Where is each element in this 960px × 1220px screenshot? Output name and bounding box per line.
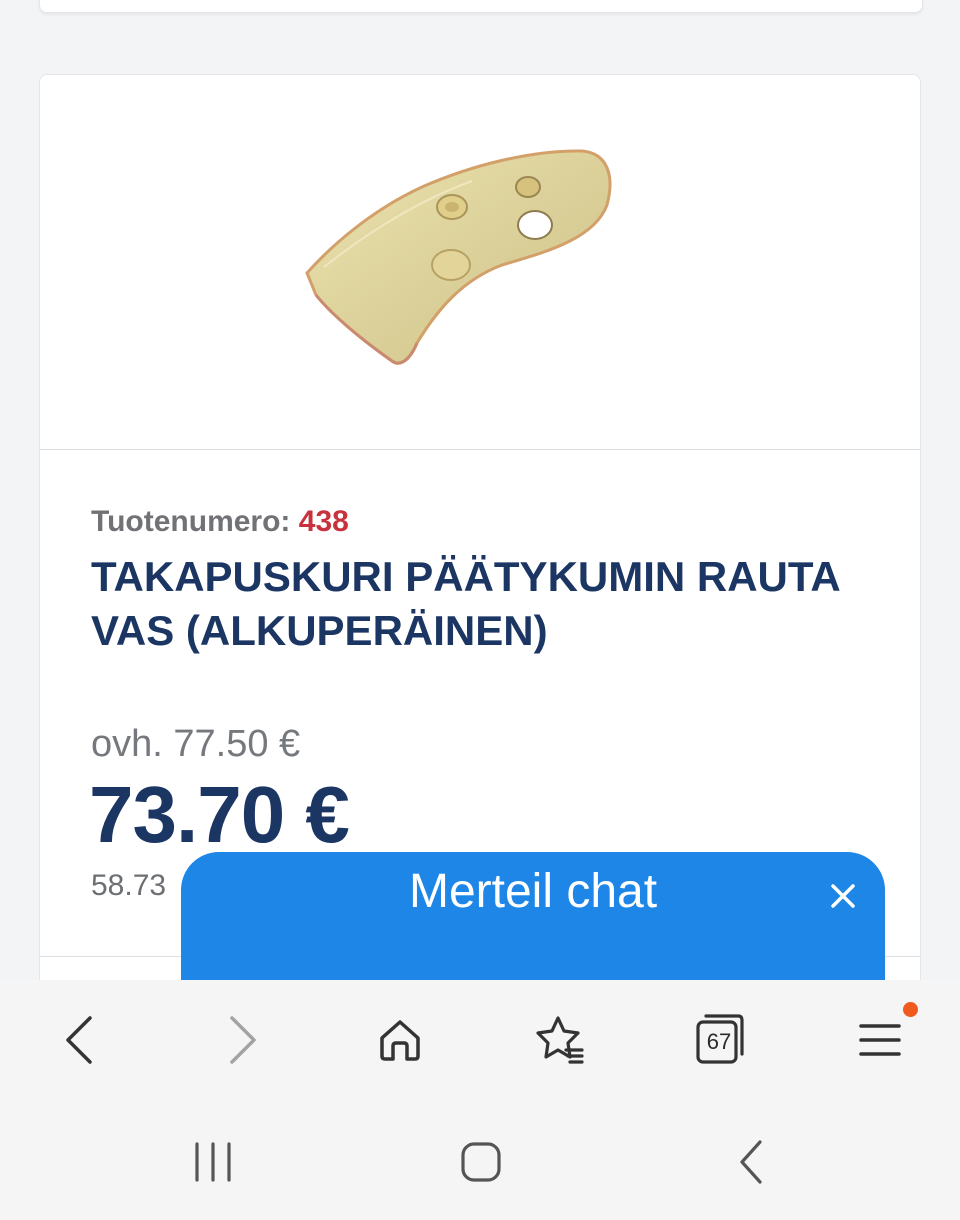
system-back-icon xyxy=(740,1140,762,1184)
product-number-value: 438 xyxy=(298,505,349,538)
previous-product-card xyxy=(39,0,923,13)
menu-button[interactable] xyxy=(840,1000,920,1080)
menu-icon xyxy=(859,1024,901,1056)
close-icon[interactable] xyxy=(825,878,861,914)
back-button[interactable] xyxy=(38,1000,118,1080)
back-icon xyxy=(66,1016,92,1064)
home-button[interactable] xyxy=(360,1000,440,1080)
home-circle-icon xyxy=(461,1142,501,1182)
forward-button[interactable] xyxy=(202,1000,282,1080)
product-image-area[interactable] xyxy=(40,75,920,450)
recent-apps-icon xyxy=(195,1142,231,1182)
browser-toolbar: 67 xyxy=(0,980,960,1100)
net-price: 58.73 xyxy=(91,869,167,902)
product-number: Tuotenumero: 438 xyxy=(91,505,349,539)
current-price: 73.70 € xyxy=(89,770,350,859)
product-title[interactable]: TAKAPUSKURI PÄÄTYKUMIN RAUTA VAS (ALKUPE… xyxy=(91,550,851,658)
forward-icon xyxy=(230,1016,256,1064)
product-photo xyxy=(305,149,612,365)
system-navigation-bar xyxy=(0,1100,960,1220)
old-price: ovh. 77.50 € xyxy=(91,723,301,765)
menu-notification-dot xyxy=(903,1002,918,1017)
home-icon xyxy=(380,1020,420,1061)
recent-apps-button[interactable] xyxy=(173,1122,253,1202)
bookmarks-icon xyxy=(536,1016,584,1064)
tabs-button[interactable]: 67 xyxy=(680,1000,760,1080)
bookmarks-button[interactable] xyxy=(520,1000,600,1080)
home-system-button[interactable] xyxy=(441,1122,521,1202)
product-number-label: Tuotenumero: xyxy=(91,505,291,538)
chat-title[interactable]: Merteil chat xyxy=(181,864,885,919)
tab-count: 67 xyxy=(706,1029,732,1054)
system-back-button[interactable] xyxy=(712,1122,792,1202)
